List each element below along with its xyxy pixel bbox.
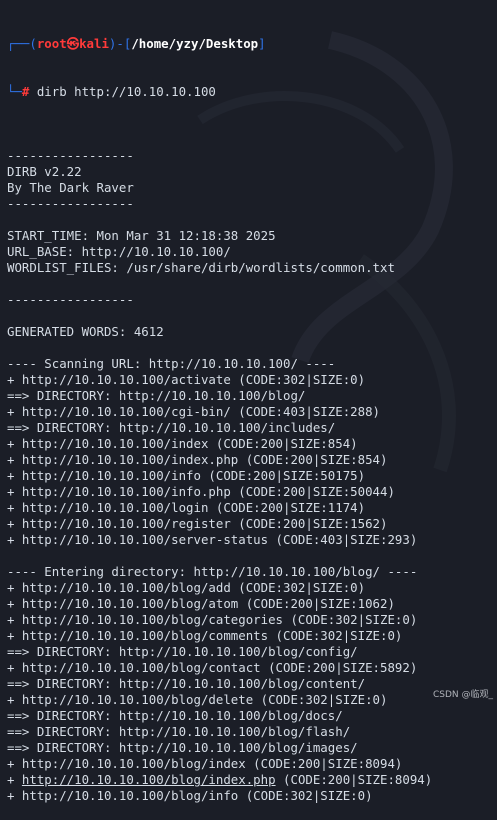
prompt-corner-bottom: └─: [7, 84, 22, 99]
output-line: -----------------: [7, 148, 134, 163]
prompt-user: root: [36, 36, 67, 51]
output-line: ==> DIRECTORY: http://10.10.10.100/blog/…: [7, 724, 351, 739]
output-line: + http://10.10.10.100/server-status (COD…: [7, 532, 418, 547]
output-line: + http://10.10.10.100/info (CODE:200|SIZ…: [7, 468, 366, 483]
output-line: + http://10.10.10.100/blog/index (CODE:2…: [7, 756, 403, 771]
output-line: + http://10.10.10.100/index.php (CODE:20…: [7, 452, 388, 467]
output-line: ==> DIRECTORY: http://10.10.10.100/blog/…: [7, 740, 358, 755]
output-line: GENERATED WORDS: 4612: [7, 324, 164, 339]
output-line: ==> DIRECTORY: http://10.10.10.100/blog/…: [7, 676, 366, 691]
output-line: + http://10.10.10.100/activate (CODE:302…: [7, 372, 366, 387]
output-line: + http://10.10.10.100/blog/add (CODE:302…: [7, 580, 366, 595]
output-line: + http://10.10.10.100/blog/atom (CODE:20…: [7, 596, 395, 611]
output-line: + http://10.10.10.100/blog/info (CODE:30…: [7, 788, 373, 803]
output-line: DIRB v2.22: [7, 164, 82, 179]
output-line: + http://10.10.10.100/index (CODE:200|SI…: [7, 436, 358, 451]
dirb-output: ----------------- DIRB v2.22 By The Dark R…: [7, 132, 497, 804]
output-line: -----------------: [7, 292, 134, 307]
prompt-corner-top: ┌──(: [7, 36, 37, 51]
prompt-close: ]: [258, 36, 266, 51]
output-line: + http://10.10.10.100/blog/comments (COD…: [7, 628, 403, 643]
csdn-watermark: CSDN @临观_: [432, 690, 493, 700]
output-line: URL_BASE: http://10.10.10.100/: [7, 244, 231, 259]
output-line: + http://10.10.10.100/blog/categories (C…: [7, 612, 418, 627]
output-line: WORDLIST_FILES: /usr/share/dirb/wordlist…: [7, 260, 395, 275]
output-line: + http://10.10.10.100/login (CODE:200|SI…: [7, 500, 366, 515]
output-line: + http://10.10.10.100/info.php (CODE:200…: [7, 484, 395, 499]
prompt-at-symbol: ㉿: [66, 36, 80, 51]
terminal-output[interactable]: ┌──(root㉿kali)-[/home/yzy/Desktop] └─# d…: [7, 4, 497, 820]
output-line: + http://10.10.10.100/blog/contact (CODE…: [7, 660, 418, 675]
output-line: ==> DIRECTORY: http://10.10.10.100/blog/…: [7, 644, 358, 659]
output-line: ==> DIRECTORY: http://10.10.10.100/blog/: [7, 388, 306, 403]
output-line: START_TIME: Mon Mar 31 12:18:38 2025: [7, 228, 276, 243]
output-line: ==> DIRECTORY: http://10.10.10.100/blog/…: [7, 708, 343, 723]
output-line: + http://10.10.10.100/cgi-bin/ (CODE:403…: [7, 404, 380, 419]
output-line: ---- Scanning URL: http://10.10.10.100/ …: [7, 356, 336, 371]
prompt-line-1: ┌──(root㉿kali)-[/home/yzy/Desktop]: [7, 36, 497, 52]
prompt-hash: #: [21, 84, 37, 99]
prompt-line-2: └─# dirb http://10.10.10.100: [7, 84, 497, 100]
prompt-path: /home/yzy/Desktop: [131, 36, 259, 51]
output-line: By The Dark Raver: [7, 180, 134, 195]
prompt-host: kali: [79, 36, 109, 51]
output-line: ==> DIRECTORY: http://10.10.10.100/inclu…: [7, 420, 336, 435]
command-text: dirb http://10.10.10.100: [36, 84, 216, 99]
prompt-separator: )-[: [108, 36, 132, 51]
output-line: + http://10.10.10.100/register (CODE:200…: [7, 516, 388, 531]
output-line: ---- Entering directory: http://10.10.10…: [7, 564, 418, 579]
output-line: -----------------: [7, 196, 134, 211]
url-link[interactable]: http://10.10.10.100/blog/index.php: [22, 772, 276, 787]
output-line: + http://10.10.10.100/blog/index.php (CO…: [7, 772, 433, 787]
